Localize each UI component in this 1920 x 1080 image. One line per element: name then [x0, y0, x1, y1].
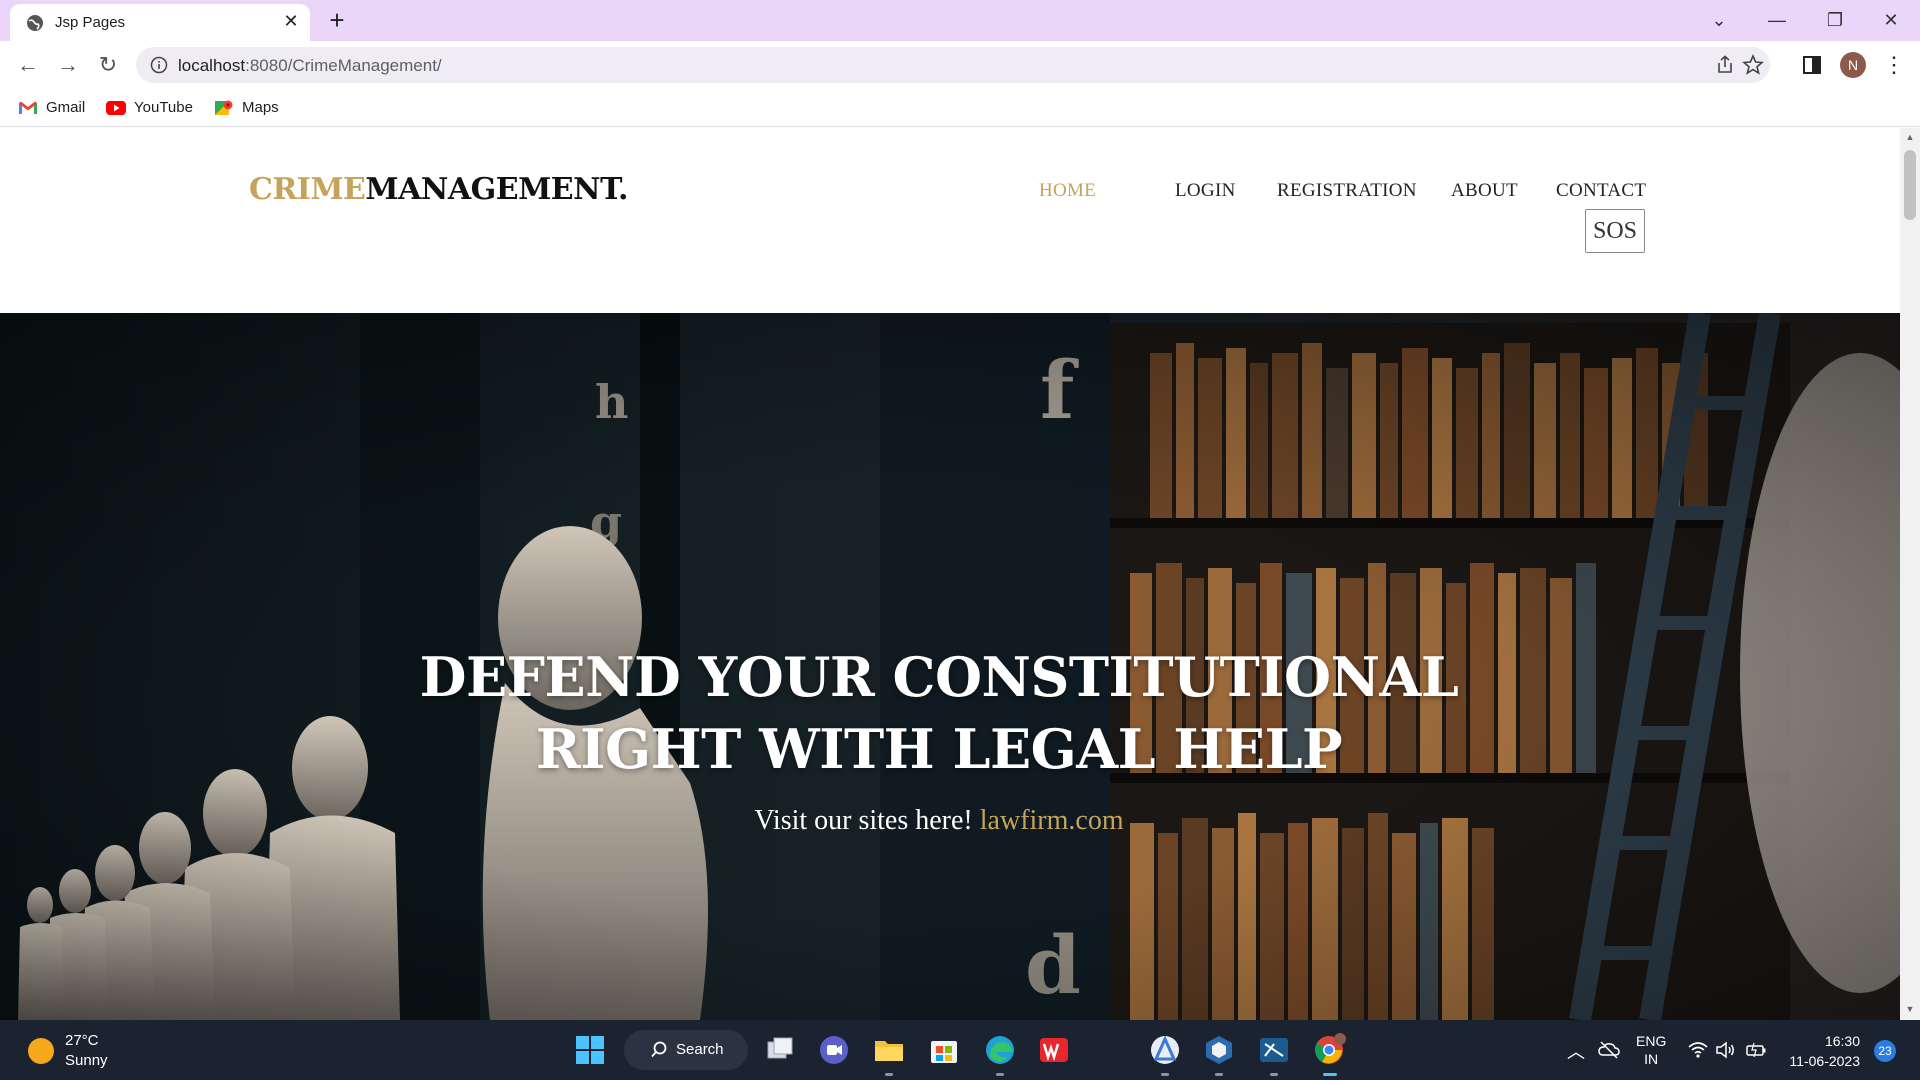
bookmark-youtube[interactable]: YouTube: [106, 97, 193, 119]
site-info-icon[interactable]: [150, 56, 168, 74]
hero-section: h f g d DEFEND YOUR CONSTITUTIONAL RIGHT…: [0, 313, 1900, 1020]
search-label: Search: [676, 1041, 724, 1058]
nav-home[interactable]: HOME: [1039, 180, 1096, 202]
minimize-button[interactable]: —: [1748, 0, 1806, 40]
bookmark-star-icon[interactable]: [1742, 54, 1764, 76]
android-studio-icon[interactable]: [1147, 1032, 1183, 1068]
windows-taskbar: 27°C Sunny Search ︿ ENG IN 16:30 11-06-2…: [0, 1020, 1920, 1080]
clock[interactable]: 16:30 11-06-2023: [1784, 1031, 1860, 1071]
nav-about[interactable]: ABOUT: [1451, 180, 1518, 202]
running-indicator: [1215, 1073, 1223, 1076]
clock-time: 16:30: [1824, 1033, 1860, 1049]
browser-toolbar: ← → ↻ localhost:8080/CrimeManagement/ N …: [0, 41, 1920, 89]
restore-button[interactable]: ❐: [1806, 0, 1864, 40]
site-header: CRIMEMANAGEMENT. HOME LOGIN REGISTRATION…: [0, 128, 1900, 313]
nav-login[interactable]: LOGIN: [1175, 180, 1236, 202]
page-viewport: CRIMEMANAGEMENT. HOME LOGIN REGISTRATION…: [0, 128, 1900, 1020]
maps-icon: [215, 100, 233, 116]
sos-button[interactable]: SOS: [1585, 209, 1645, 253]
more-menu-icon[interactable]: ⋮: [1878, 49, 1910, 81]
address-bar[interactable]: localhost:8080/CrimeManagement/: [136, 47, 1770, 83]
volume-icon[interactable]: [1715, 1040, 1737, 1060]
running-indicator: [885, 1073, 893, 1076]
virtualbox-icon[interactable]: [1201, 1032, 1237, 1068]
profile-avatar[interactable]: N: [1840, 52, 1866, 78]
share-icon[interactable]: [1714, 54, 1736, 76]
side-panel-icon[interactable]: [1800, 53, 1824, 77]
file-explorer-icon[interactable]: [871, 1032, 907, 1068]
weather-condition[interactable]: Sunny: [65, 1052, 108, 1069]
sun-icon[interactable]: [28, 1038, 54, 1064]
language-indicator[interactable]: ENG IN: [1636, 1032, 1666, 1068]
forward-button[interactable]: →: [52, 49, 84, 81]
hero-title-line2: RIGHT WITH LEGAL HELP: [535, 717, 1343, 781]
onedrive-cloud-icon[interactable]: [1598, 1040, 1620, 1060]
clock-date: 11-06-2023: [1789, 1053, 1860, 1069]
hero-subtitle: Visit our sites here! lawfirm.com: [0, 805, 1878, 837]
bookmark-maps[interactable]: Maps: [214, 97, 279, 119]
scroll-up-arrow-icon[interactable]: ▲: [1905, 132, 1915, 142]
close-tab-icon[interactable]: ✕: [280, 10, 302, 32]
tab-title: Jsp Pages: [55, 14, 126, 31]
running-indicator: [1270, 1073, 1278, 1076]
bookmark-gmail[interactable]: Gmail: [18, 97, 85, 119]
site-logo[interactable]: CRIMEMANAGEMENT.: [249, 172, 628, 207]
nav-registration[interactable]: REGISTRATION: [1277, 180, 1417, 202]
bookmarks-bar: Gmail YouTube Maps: [0, 89, 1920, 127]
youtube-icon: [106, 101, 126, 116]
back-button[interactable]: ←: [12, 49, 44, 81]
url-text[interactable]: localhost:8080/CrimeManagement/: [178, 56, 442, 76]
new-tab-button[interactable]: +: [322, 6, 352, 36]
battery-icon[interactable]: [1745, 1040, 1767, 1060]
notification-badge[interactable]: 23: [1874, 1040, 1896, 1062]
windows-start-icon[interactable]: [572, 1032, 608, 1068]
weather-temperature[interactable]: 27°C: [65, 1032, 99, 1049]
gmail-icon: [19, 101, 37, 115]
browser-tab-strip: Jsp Pages ✕ + ⌄ — ❐ ✕: [0, 0, 1920, 41]
chrome-icon[interactable]: [1311, 1032, 1347, 1068]
scroll-down-arrow-icon[interactable]: ▼: [1905, 1004, 1915, 1014]
search-icon: [651, 1041, 667, 1058]
browser-tab[interactable]: Jsp Pages ✕: [10, 4, 310, 41]
close-window-button[interactable]: ✕: [1862, 0, 1920, 40]
taskbar-search[interactable]: Search: [624, 1030, 748, 1070]
edge-browser-icon[interactable]: [982, 1032, 1018, 1068]
hero-subtitle-text: Visit our sites here!: [754, 805, 980, 836]
running-indicator: [1161, 1073, 1169, 1076]
netbeans-icon[interactable]: [1256, 1032, 1292, 1068]
tab-search-icon[interactable]: ⌄: [1690, 0, 1748, 40]
task-view-icon[interactable]: [762, 1032, 798, 1068]
show-hidden-icons-chevron-icon[interactable]: ︿: [1567, 1038, 1585, 1064]
microsoft-store-icon[interactable]: [926, 1032, 962, 1068]
page-scrollbar[interactable]: ▲ ▼: [1900, 128, 1920, 1020]
nav-contact[interactable]: CONTACT: [1556, 180, 1646, 202]
active-app-indicator: [1323, 1073, 1337, 1076]
hero-title: DEFEND YOUR CONSTITUTIONAL RIGHT WITH LE…: [0, 641, 1878, 785]
wifi-icon[interactable]: [1687, 1040, 1709, 1060]
hero-title-line1: DEFEND YOUR CONSTITUTIONAL: [419, 645, 1459, 709]
globe-icon: [27, 15, 43, 31]
running-indicator: [996, 1073, 1004, 1076]
lawfirm-link[interactable]: lawfirm.com: [980, 805, 1124, 836]
scrollbar-thumb[interactable]: [1904, 150, 1916, 220]
reload-button[interactable]: ↻: [92, 49, 124, 81]
teams-chat-icon[interactable]: [816, 1032, 852, 1068]
wps-office-icon[interactable]: [1036, 1032, 1072, 1068]
